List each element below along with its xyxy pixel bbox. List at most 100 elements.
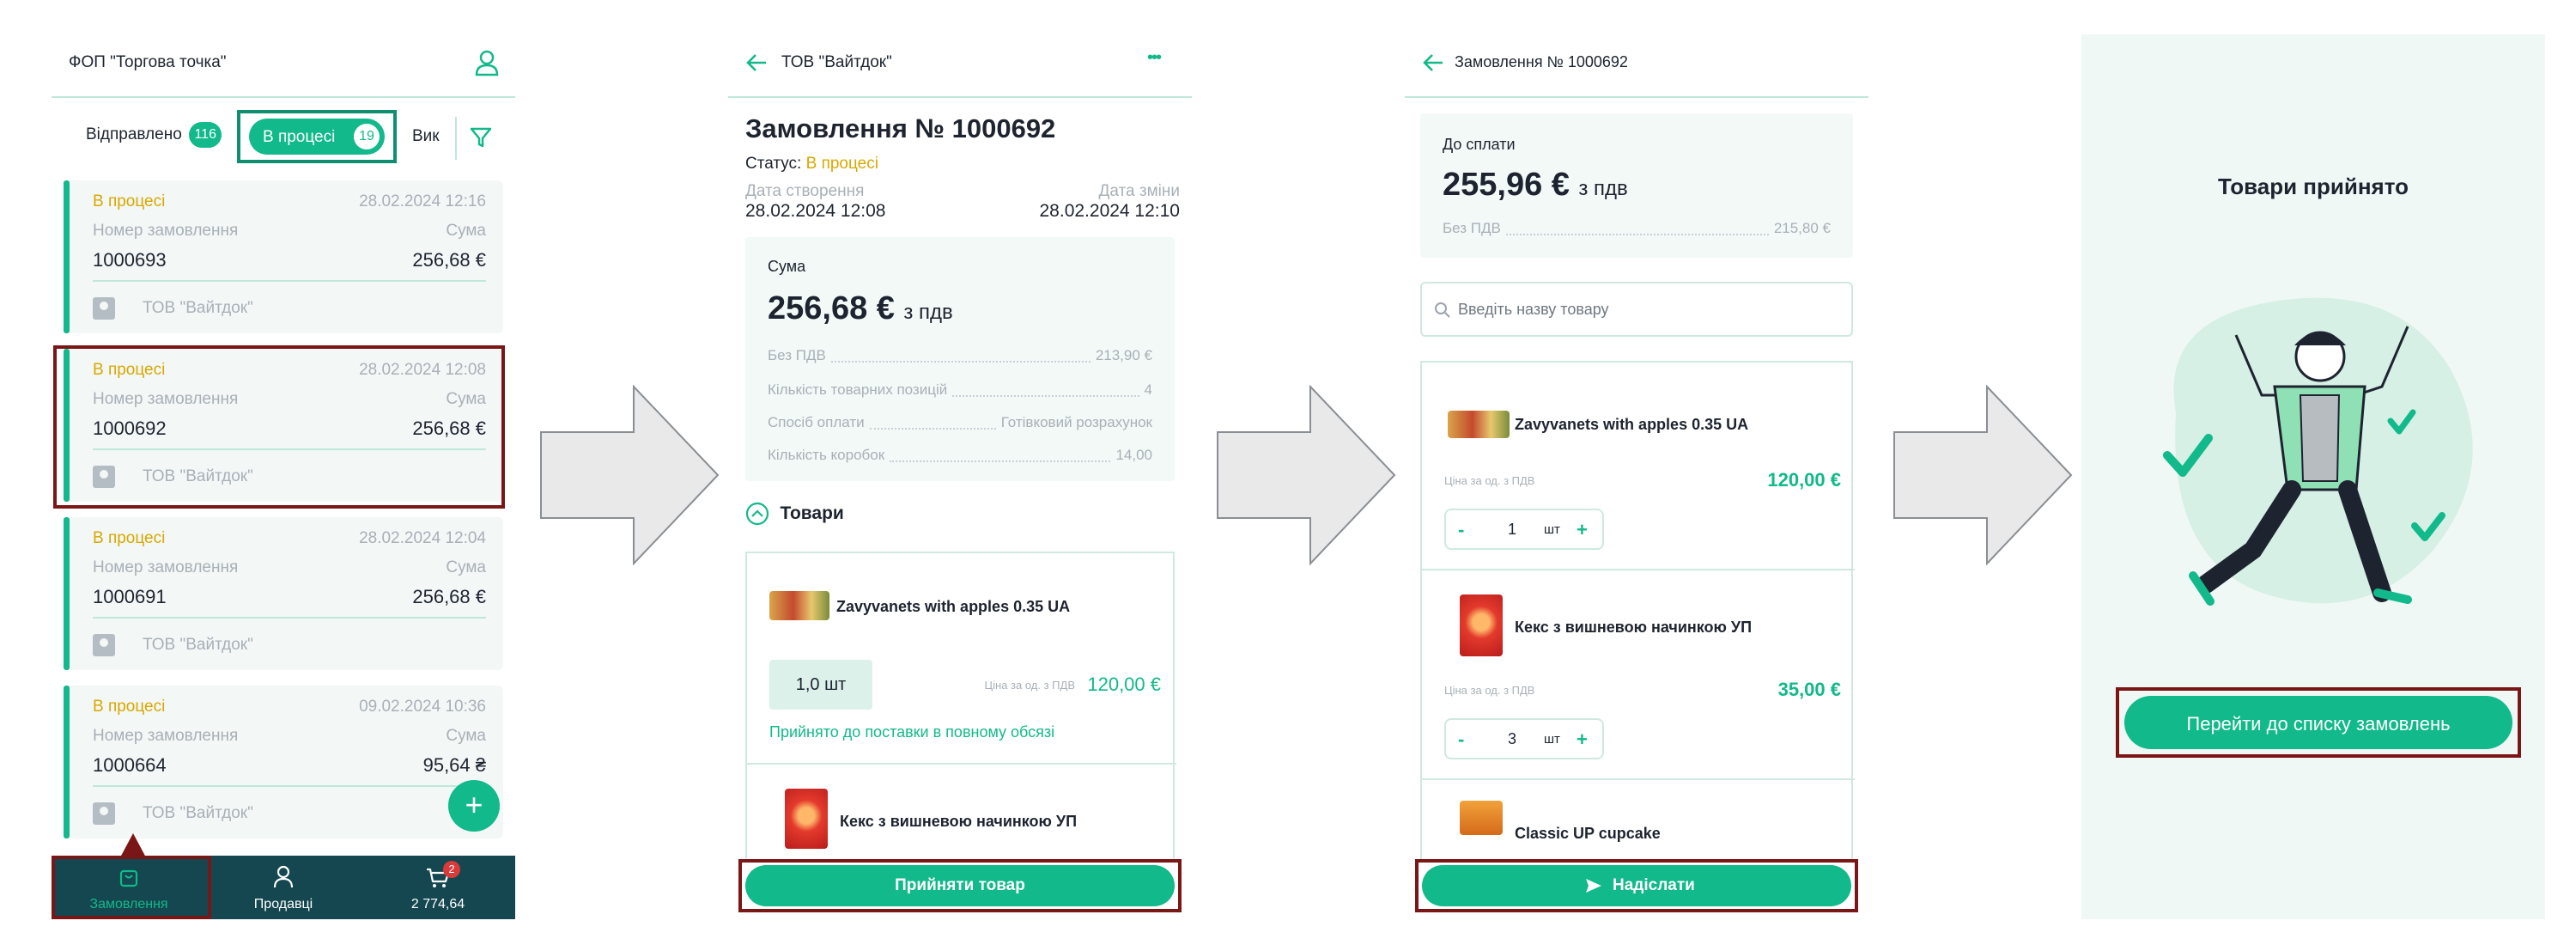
product-list: Zavyvanets with apples 0.35 UA Ціна за о… (1420, 361, 1855, 912)
flow-arrow (1893, 385, 2073, 565)
order-status: В процесі (93, 192, 166, 210)
order-date: 28.02.2024 12:04 (359, 529, 486, 547)
quantity-value[interactable]: 3 (1508, 730, 1516, 748)
user-icon[interactable] (474, 48, 500, 77)
nav-cart-label: 2 774,64 (410, 897, 465, 911)
order-details-screen: ТОВ "Вайтдок" ••• Замовлення № 1000692 С… (728, 34, 1192, 919)
sum-suffix: з пдв (903, 301, 953, 324)
order-card[interactable]: В процесі 28.02.2024 12:04 Номер замовле… (64, 517, 503, 670)
status-value: В процесі (805, 155, 878, 173)
accept-goods-button[interactable]: Прийняти товар (738, 859, 1182, 912)
nav-cart[interactable]: 2 2 774,64 (361, 856, 515, 919)
price-value: 120,00 € (1087, 674, 1161, 695)
changed-label: Дата зміни (1098, 182, 1180, 200)
order-number-label: Номер замовлення (93, 558, 239, 576)
cart-count-badge: 2 (443, 861, 460, 878)
chevron-up-icon (745, 502, 769, 526)
order-number: 1000664 (93, 754, 167, 776)
decrease-button[interactable]: - (1458, 729, 1464, 751)
tab-sent-label: Відправлено (86, 125, 182, 143)
pay-value-row: 255,96 € з пдв (1443, 167, 1628, 204)
accepted-note: Прийнято до поставки в повному обсязі (769, 723, 1055, 741)
accept-goods-label: Прийняти товар (895, 876, 1025, 894)
tab-in-progress[interactable]: В процесі 19 (237, 110, 397, 163)
order-number: 1000693 (93, 249, 167, 271)
order-sum: 95,64 ₴ (422, 754, 486, 776)
flow-arrow (540, 385, 720, 565)
order-card[interactable]: В процесі 28.02.2024 12:16 Номер замовле… (64, 180, 503, 333)
pay-suffix: з пдв (1578, 177, 1628, 200)
summary-panel: Сума 256,68 € з пдв Без ПДВ 213,90 € Кіл… (745, 237, 1175, 481)
order-vendor: ТОВ "Вайтдок" (143, 804, 253, 822)
quantity-stepper[interactable]: - 3 шт + (1444, 718, 1604, 759)
tab-completed[interactable]: Вик (412, 127, 440, 146)
tab-in-progress-count: 19 (354, 124, 380, 149)
vendor-icon (93, 634, 115, 656)
quantity-unit: шт (1544, 732, 1560, 747)
order-vendor: ТОВ "Вайтдок" (143, 299, 253, 317)
order-sum-label: Сума (446, 727, 486, 745)
header-title: ТОВ "Вайтдок" (781, 53, 892, 71)
decrease-button[interactable]: - (1458, 519, 1464, 541)
filter-icon[interactable] (469, 125, 493, 149)
add-order-button[interactable]: + (448, 780, 500, 832)
no-vat-row: Без ПДВ 215,80 € (1443, 220, 1831, 236)
order-vendor: ТОВ "Вайтдок" (143, 636, 253, 654)
order-sum-label: Сума (446, 222, 486, 240)
tab-sent-count: 116 (189, 122, 222, 148)
product-name: Classic UP cupcake (1515, 825, 1661, 842)
back-arrow-icon[interactable] (1422, 52, 1444, 74)
price-value: 120,00 € (1767, 469, 1841, 491)
search-field[interactable]: Введіть назву товару (1420, 282, 1853, 337)
order-status: В процесі (93, 529, 166, 547)
quantity-unit: шт (1544, 522, 1560, 537)
product-image (1460, 801, 1503, 835)
pay-value: 255,96 € (1443, 167, 1570, 203)
order-number-label: Номер замовлення (93, 222, 239, 240)
search-icon (1435, 302, 1450, 318)
product-image (785, 789, 828, 849)
price-value: 35,00 € (1777, 679, 1841, 700)
price-label: Ціна за од. з ПДВ (1444, 684, 1535, 697)
sum-value-row: 256,68 € з пдв (768, 290, 953, 327)
celebration-illustration (2163, 297, 2473, 606)
increase-button[interactable]: + (1577, 729, 1588, 751)
order-date: 09.02.2024 10:36 (359, 698, 486, 716)
order-title: Замовлення № 1000692 (745, 113, 1056, 143)
quantity-value[interactable]: 1 (1508, 521, 1516, 539)
product-name: Кекс з вишневою начинкою УП (840, 813, 1078, 830)
header-title: Замовлення № 1000692 (1455, 53, 1628, 70)
nav-sellers[interactable]: Продавці (206, 856, 361, 919)
send-icon (1586, 879, 1601, 893)
tab-sent[interactable]: Відправлено 116 (86, 122, 222, 153)
pointer-triangle (120, 833, 146, 857)
accept-goods-screen: Замовлення № 1000692 До сплати 255,96 € … (1405, 34, 1868, 919)
nav-sellers-label: Продавці (253, 897, 313, 911)
goods-toggle[interactable]: Товари (745, 502, 844, 526)
highlight-orders-nav (52, 856, 211, 919)
order-number: 1000691 (93, 586, 167, 607)
order-card[interactable]: В процесі 09.02.2024 10:36 Номер замовле… (64, 686, 503, 838)
vendor-icon (93, 802, 115, 825)
highlight-selected-order (53, 345, 505, 509)
shop-title: ФОП "Торгова точка" (69, 53, 227, 71)
sum-value: 256,68 € (768, 290, 895, 326)
quantity-box: 1,0 шт (769, 660, 872, 710)
product-name: Zavyvanets with apples 0.35 UA (1515, 416, 1749, 433)
detail-row: Спосіб оплати Готівковий розрахунок (768, 414, 1152, 430)
more-menu-icon[interactable]: ••• (1147, 48, 1162, 68)
increase-button[interactable]: + (1577, 519, 1588, 541)
product-image (1460, 594, 1503, 656)
quantity-stepper[interactable]: - 1 шт + (1444, 509, 1604, 550)
product-name: Кекс з вишневою начинкою УП (1515, 619, 1753, 636)
send-button[interactable]: Надіслати (1415, 859, 1858, 912)
vendor-icon (93, 297, 115, 320)
price-label: Ціна за од. з ПДВ (984, 679, 1075, 692)
order-sum: 256,68 € (412, 249, 486, 271)
go-to-orders-button[interactable]: Перейти до списку замовлень (2116, 687, 2521, 758)
search-placeholder: Введіть назву товару (1458, 301, 1609, 318)
order-sum-label: Сума (446, 558, 486, 576)
status-label: Статус: (745, 155, 802, 173)
back-arrow-icon[interactable] (745, 52, 768, 74)
detail-row: Кількість коробок 14,00 (768, 447, 1152, 463)
